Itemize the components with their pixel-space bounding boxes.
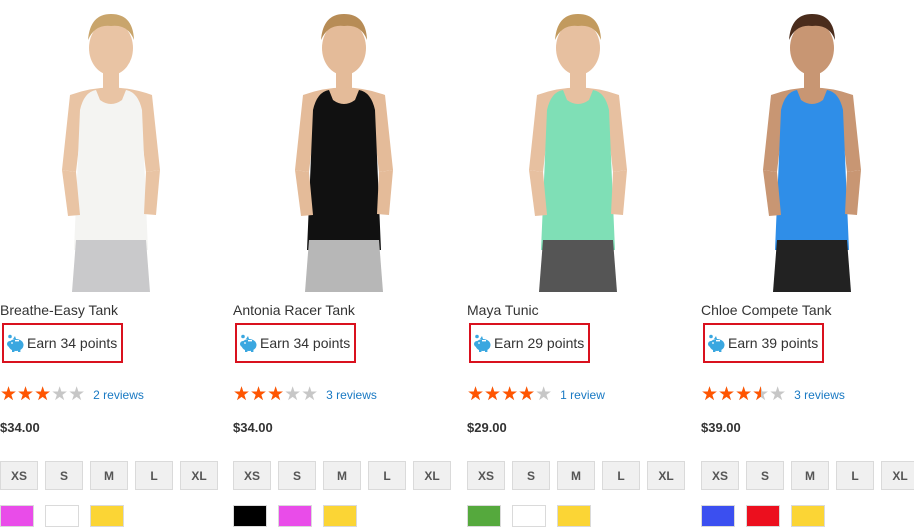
color-swatch[interactable] — [557, 505, 591, 527]
rating-stars: ★★★★★★★★★★ — [233, 384, 319, 405]
earn-points-label: Earn 34 points — [260, 335, 351, 351]
earn-points-label: Earn 39 points — [728, 335, 819, 351]
size-option-xl[interactable]: XL — [881, 461, 914, 490]
reviews-link[interactable]: 2 reviews — [93, 388, 144, 402]
size-option-s[interactable]: S — [746, 461, 784, 490]
rating-stars-filled: ★★★★★ — [701, 385, 761, 405]
product-name-link[interactable]: Maya Tunic — [467, 302, 539, 318]
product-photo[interactable] — [0, 0, 222, 292]
color-swatch[interactable] — [45, 505, 79, 527]
rating-summary: ★★★★★★★★★★ 3 reviews — [233, 385, 377, 405]
rating-stars-filled: ★★★★★ — [467, 385, 536, 405]
rating-stars-filled: ★★★★★ — [233, 385, 285, 405]
color-swatch[interactable] — [278, 505, 312, 527]
rating-stars-filled: ★★★★★ — [0, 385, 52, 405]
size-options: XS S M L XL — [0, 461, 225, 490]
color-swatch[interactable] — [233, 505, 267, 527]
size-option-m[interactable]: M — [90, 461, 128, 490]
size-option-s[interactable]: S — [45, 461, 83, 490]
earn-points-badge: Earn 29 points — [469, 323, 591, 363]
color-options — [701, 505, 836, 527]
size-option-s[interactable]: S — [512, 461, 550, 490]
size-options: XS S M L XL — [701, 461, 914, 490]
rating-stars: ★★★★★★★★★★ — [467, 384, 553, 405]
product-card[interactable]: Maya Tunic Earn 29 points ★★★★★★★★★★ 1 r… — [467, 0, 689, 529]
earn-points-label: Earn 29 points — [494, 335, 585, 351]
color-options — [233, 505, 368, 527]
product-name-link[interactable]: Breathe-Easy Tank — [0, 302, 118, 318]
product-photo[interactable] — [233, 0, 455, 292]
rating-summary: ★★★★★★★★★★ 3 reviews — [701, 385, 845, 405]
product-card[interactable]: Antonia Racer Tank Earn 34 points ★★★★★ ★… — [233, 0, 455, 529]
piggy-bank-icon — [707, 334, 726, 353]
color-swatch[interactable] — [90, 505, 124, 527]
earn-points-badge: Earn 39 points — [703, 323, 825, 363]
product-card[interactable]: Breathe-Easy Tank Earn 34 points ★★★★★ ★★… — [0, 0, 222, 529]
size-option-m[interactable]: M — [791, 461, 829, 490]
size-options: XS S M L XL — [233, 461, 458, 490]
size-option-m[interactable]: M — [323, 461, 361, 490]
size-option-xs[interactable]: XS — [0, 461, 38, 490]
color-options — [0, 505, 135, 527]
color-swatch[interactable] — [512, 505, 546, 527]
piggy-bank-icon — [473, 334, 492, 353]
product-card[interactable]: Chloe Compete Tank Earn 39 points ★★★★★ ★… — [701, 0, 914, 529]
size-option-s[interactable]: S — [278, 461, 316, 490]
size-option-l[interactable]: L — [602, 461, 640, 490]
reviews-link[interactable]: 3 reviews — [794, 388, 845, 402]
size-option-l[interactable]: L — [368, 461, 406, 490]
product-price: $34.00 — [233, 420, 273, 435]
product-price: $29.00 — [467, 420, 507, 435]
reviews-link[interactable]: 1 review — [560, 388, 605, 402]
earn-points-badge: Earn 34 points — [2, 323, 124, 363]
color-swatch[interactable] — [0, 505, 34, 527]
size-option-xs[interactable]: XS — [701, 461, 739, 490]
color-swatch[interactable] — [746, 505, 780, 527]
rating-stars: ★★★★★★★★★★ — [0, 384, 86, 405]
rating-summary: ★★★★★★★★★★ 2 reviews — [0, 385, 144, 405]
product-photo[interactable] — [467, 0, 689, 292]
size-option-l[interactable]: L — [135, 461, 173, 490]
color-swatch[interactable] — [467, 505, 501, 527]
size-option-l[interactable]: L — [836, 461, 874, 490]
piggy-bank-icon — [6, 334, 25, 353]
size-option-xl[interactable]: XL — [413, 461, 451, 490]
reviews-link[interactable]: 3 reviews — [326, 388, 377, 402]
size-option-xs[interactable]: XS — [467, 461, 505, 490]
size-option-xl[interactable]: XL — [647, 461, 685, 490]
earn-points-badge: Earn 34 points — [235, 323, 357, 363]
rating-stars: ★★★★★★★★★★ — [701, 384, 787, 405]
product-name-link[interactable]: Antonia Racer Tank — [233, 302, 355, 318]
color-options — [467, 505, 602, 527]
product-photo[interactable] — [701, 0, 914, 292]
size-option-xs[interactable]: XS — [233, 461, 271, 490]
size-option-m[interactable]: M — [557, 461, 595, 490]
piggy-bank-icon — [239, 334, 258, 353]
earn-points-label: Earn 34 points — [27, 335, 118, 351]
product-price: $39.00 — [701, 420, 741, 435]
size-option-xl[interactable]: XL — [180, 461, 218, 490]
product-name-link[interactable]: Chloe Compete Tank — [701, 302, 831, 318]
rating-summary: ★★★★★★★★★★ 1 review — [467, 385, 605, 405]
color-swatch[interactable] — [791, 505, 825, 527]
color-swatch[interactable] — [701, 505, 735, 527]
product-price: $34.00 — [0, 420, 40, 435]
color-swatch[interactable] — [323, 505, 357, 527]
size-options: XS S M L XL — [467, 461, 692, 490]
